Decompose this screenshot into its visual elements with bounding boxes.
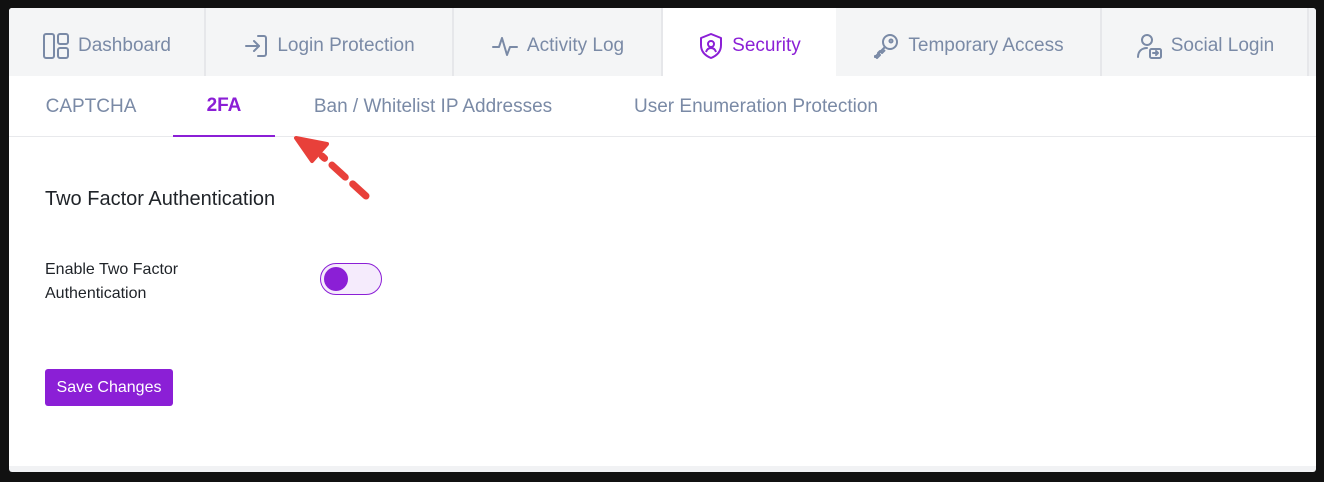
shield-icon: [698, 32, 724, 60]
security-panel: CAPTCHA 2FA Ban / Whitelist IP Addresses…: [9, 76, 1316, 466]
tab-temporary-access[interactable]: Temporary Access: [836, 8, 1102, 76]
tab-security[interactable]: Security: [663, 8, 836, 76]
tab-login-protection[interactable]: Login Protection: [206, 8, 454, 76]
main-tab-bar: Dashboard Login Protection Activity Log: [9, 8, 1316, 76]
key-icon: [872, 32, 900, 60]
toggle-label: Enable Two Factor Authentication: [45, 261, 179, 302]
tab-label: Login Protection: [277, 35, 415, 56]
subtab-ban-whitelist-ip[interactable]: Ban / Whitelist IP Addresses: [293, 76, 573, 137]
activity-icon: [491, 33, 519, 59]
user-login-icon: [1135, 32, 1163, 60]
tab-label: Social Login: [1170, 35, 1275, 56]
tab-social-login[interactable]: Social Login: [1102, 8, 1309, 76]
tab-label: Activity Log: [526, 35, 625, 56]
security-sub-tab-bar: CAPTCHA 2FA Ban / Whitelist IP Addresses…: [9, 76, 1316, 137]
enable-2fa-toggle[interactable]: [320, 263, 382, 295]
tab-dashboard[interactable]: Dashboard: [9, 8, 206, 76]
subtab-user-enumeration[interactable]: User Enumeration Protection: [615, 76, 897, 137]
tab-label: Security: [732, 35, 801, 56]
subtab-captcha[interactable]: CAPTCHA: [33, 76, 149, 137]
tab-label: Temporary Access: [908, 35, 1064, 56]
save-changes-button[interactable]: Save Changes: [45, 369, 173, 406]
tab-activity-log[interactable]: Activity Log: [454, 8, 663, 76]
login-icon: [243, 33, 269, 59]
screenshot-frame: Dashboard Login Protection Activity Log: [9, 8, 1316, 472]
subtab-2fa[interactable]: 2FA: [173, 76, 275, 137]
toggle-knob: [324, 267, 348, 291]
dashboard-icon: [42, 32, 70, 60]
section-title: Two Factor Authentication: [45, 188, 276, 210]
tab-label: Dashboard: [78, 35, 171, 56]
